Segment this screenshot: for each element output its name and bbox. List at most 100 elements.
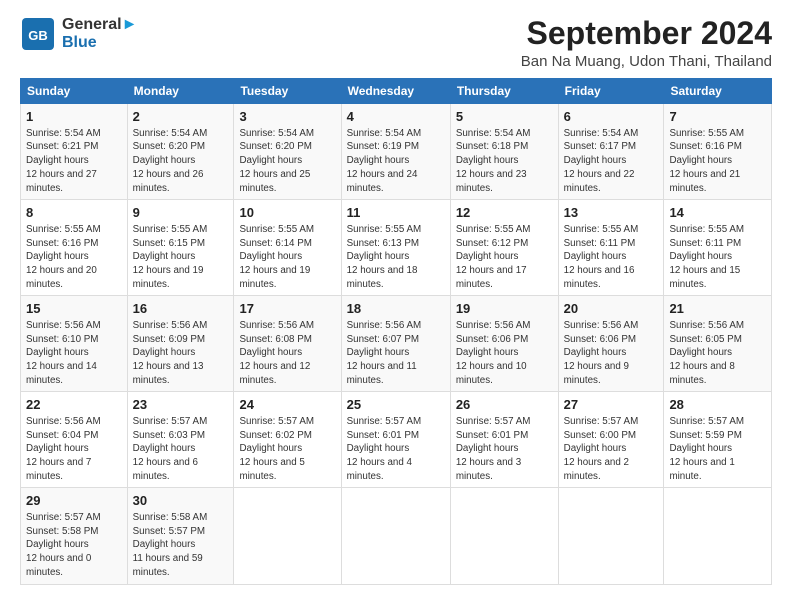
day-info: Sunrise: 5:55 AM Sunset: 6:12 PM Dayligh…: [456, 223, 553, 292]
day-info: Sunrise: 5:54 AM Sunset: 6:17 PM Dayligh…: [564, 127, 659, 196]
logo-line2: Blue: [62, 34, 137, 52]
day-number: 6: [564, 108, 659, 126]
day-info: Sunrise: 5:57 AM Sunset: 5:58 PM Dayligh…: [26, 511, 122, 580]
day-number: 25: [347, 396, 445, 414]
table-row: 11 Sunrise: 5:55 AM Sunset: 6:13 PM Dayl…: [341, 200, 450, 296]
day-number: 16: [133, 300, 229, 318]
location-title: Ban Na Muang, Udon Thani, Thailand: [521, 53, 772, 70]
table-row: [450, 488, 558, 584]
table-row: 25 Sunrise: 5:57 AM Sunset: 6:01 PM Dayl…: [341, 392, 450, 488]
day-number: 28: [669, 396, 766, 414]
day-number: 24: [239, 396, 335, 414]
calendar-week-row: 15 Sunrise: 5:56 AM Sunset: 6:10 PM Dayl…: [21, 296, 772, 392]
table-row: 10 Sunrise: 5:55 AM Sunset: 6:14 PM Dayl…: [234, 200, 341, 296]
table-row: 28 Sunrise: 5:57 AM Sunset: 5:59 PM Dayl…: [664, 392, 772, 488]
day-number: 14: [669, 204, 766, 222]
day-number: 21: [669, 300, 766, 318]
day-info: Sunrise: 5:57 AM Sunset: 6:01 PM Dayligh…: [456, 415, 553, 484]
day-info: Sunrise: 5:57 AM Sunset: 6:01 PM Dayligh…: [347, 415, 445, 484]
day-number: 4: [347, 108, 445, 126]
header: GB General► Blue September 2024 Ban Na M…: [20, 16, 772, 70]
table-row: 3 Sunrise: 5:54 AM Sunset: 6:20 PM Dayli…: [234, 104, 341, 200]
day-number: 20: [564, 300, 659, 318]
title-block: September 2024 Ban Na Muang, Udon Thani,…: [521, 16, 772, 70]
table-row: [341, 488, 450, 584]
day-info: Sunrise: 5:56 AM Sunset: 6:08 PM Dayligh…: [239, 319, 335, 388]
table-row: 30 Sunrise: 5:58 AM Sunset: 5:57 PM Dayl…: [127, 488, 234, 584]
table-row: 22 Sunrise: 5:56 AM Sunset: 6:04 PM Dayl…: [21, 392, 128, 488]
day-number: 3: [239, 108, 335, 126]
day-info: Sunrise: 5:55 AM Sunset: 6:16 PM Dayligh…: [26, 223, 122, 292]
table-row: 1 Sunrise: 5:54 AM Sunset: 6:21 PM Dayli…: [21, 104, 128, 200]
table-row: 19 Sunrise: 5:56 AM Sunset: 6:06 PM Dayl…: [450, 296, 558, 392]
calendar-header-row: Sunday Monday Tuesday Wednesday Thursday…: [21, 79, 772, 104]
col-wednesday: Wednesday: [341, 79, 450, 104]
day-info: Sunrise: 5:54 AM Sunset: 6:19 PM Dayligh…: [347, 127, 445, 196]
day-info: Sunrise: 5:57 AM Sunset: 6:00 PM Dayligh…: [564, 415, 659, 484]
day-info: Sunrise: 5:54 AM Sunset: 6:18 PM Dayligh…: [456, 127, 553, 196]
col-monday: Monday: [127, 79, 234, 104]
day-info: Sunrise: 5:56 AM Sunset: 6:07 PM Dayligh…: [347, 319, 445, 388]
table-row: 16 Sunrise: 5:56 AM Sunset: 6:09 PM Dayl…: [127, 296, 234, 392]
table-row: 21 Sunrise: 5:56 AM Sunset: 6:05 PM Dayl…: [664, 296, 772, 392]
day-number: 18: [347, 300, 445, 318]
table-row: 27 Sunrise: 5:57 AM Sunset: 6:00 PM Dayl…: [558, 392, 664, 488]
table-row: 6 Sunrise: 5:54 AM Sunset: 6:17 PM Dayli…: [558, 104, 664, 200]
day-info: Sunrise: 5:57 AM Sunset: 6:02 PM Dayligh…: [239, 415, 335, 484]
col-tuesday: Tuesday: [234, 79, 341, 104]
day-number: 13: [564, 204, 659, 222]
day-info: Sunrise: 5:54 AM Sunset: 6:20 PM Dayligh…: [239, 127, 335, 196]
table-row: 17 Sunrise: 5:56 AM Sunset: 6:08 PM Dayl…: [234, 296, 341, 392]
day-number: 12: [456, 204, 553, 222]
day-info: Sunrise: 5:56 AM Sunset: 6:04 PM Dayligh…: [26, 415, 122, 484]
table-row: 13 Sunrise: 5:55 AM Sunset: 6:11 PM Dayl…: [558, 200, 664, 296]
day-number: 10: [239, 204, 335, 222]
table-row: [234, 488, 341, 584]
table-row: 15 Sunrise: 5:56 AM Sunset: 6:10 PM Dayl…: [21, 296, 128, 392]
month-title: September 2024: [521, 16, 772, 51]
logo-icon: GB: [20, 16, 56, 52]
day-number: 7: [669, 108, 766, 126]
calendar-week-row: 29 Sunrise: 5:57 AM Sunset: 5:58 PM Dayl…: [21, 488, 772, 584]
col-thursday: Thursday: [450, 79, 558, 104]
day-number: 23: [133, 396, 229, 414]
calendar-week-row: 8 Sunrise: 5:55 AM Sunset: 6:16 PM Dayli…: [21, 200, 772, 296]
table-row: 12 Sunrise: 5:55 AM Sunset: 6:12 PM Dayl…: [450, 200, 558, 296]
calendar-week-row: 1 Sunrise: 5:54 AM Sunset: 6:21 PM Dayli…: [21, 104, 772, 200]
day-number: 30: [133, 492, 229, 510]
logo: GB General► Blue: [20, 16, 137, 52]
table-row: 8 Sunrise: 5:55 AM Sunset: 6:16 PM Dayli…: [21, 200, 128, 296]
table-row: 24 Sunrise: 5:57 AM Sunset: 6:02 PM Dayl…: [234, 392, 341, 488]
day-info: Sunrise: 5:55 AM Sunset: 6:11 PM Dayligh…: [669, 223, 766, 292]
page: GB General► Blue September 2024 Ban Na M…: [0, 0, 792, 612]
table-row: 29 Sunrise: 5:57 AM Sunset: 5:58 PM Dayl…: [21, 488, 128, 584]
table-row: 2 Sunrise: 5:54 AM Sunset: 6:20 PM Dayli…: [127, 104, 234, 200]
day-info: Sunrise: 5:55 AM Sunset: 6:11 PM Dayligh…: [564, 223, 659, 292]
col-saturday: Saturday: [664, 79, 772, 104]
day-info: Sunrise: 5:54 AM Sunset: 6:21 PM Dayligh…: [26, 127, 122, 196]
day-info: Sunrise: 5:56 AM Sunset: 6:05 PM Dayligh…: [669, 319, 766, 388]
table-row: 9 Sunrise: 5:55 AM Sunset: 6:15 PM Dayli…: [127, 200, 234, 296]
day-info: Sunrise: 5:54 AM Sunset: 6:20 PM Dayligh…: [133, 127, 229, 196]
day-number: 11: [347, 204, 445, 222]
day-info: Sunrise: 5:56 AM Sunset: 6:10 PM Dayligh…: [26, 319, 122, 388]
day-number: 15: [26, 300, 122, 318]
day-number: 29: [26, 492, 122, 510]
col-sunday: Sunday: [21, 79, 128, 104]
day-info: Sunrise: 5:55 AM Sunset: 6:13 PM Dayligh…: [347, 223, 445, 292]
table-row: 5 Sunrise: 5:54 AM Sunset: 6:18 PM Dayli…: [450, 104, 558, 200]
day-number: 19: [456, 300, 553, 318]
day-info: Sunrise: 5:55 AM Sunset: 6:15 PM Dayligh…: [133, 223, 229, 292]
table-row: 18 Sunrise: 5:56 AM Sunset: 6:07 PM Dayl…: [341, 296, 450, 392]
day-info: Sunrise: 5:58 AM Sunset: 5:57 PM Dayligh…: [133, 511, 229, 580]
day-number: 8: [26, 204, 122, 222]
day-info: Sunrise: 5:55 AM Sunset: 6:14 PM Dayligh…: [239, 223, 335, 292]
day-number: 1: [26, 108, 122, 126]
day-number: 2: [133, 108, 229, 126]
table-row: 23 Sunrise: 5:57 AM Sunset: 6:03 PM Dayl…: [127, 392, 234, 488]
day-number: 5: [456, 108, 553, 126]
table-row: 14 Sunrise: 5:55 AM Sunset: 6:11 PM Dayl…: [664, 200, 772, 296]
col-friday: Friday: [558, 79, 664, 104]
day-number: 26: [456, 396, 553, 414]
logo-line1: General►: [62, 16, 137, 34]
